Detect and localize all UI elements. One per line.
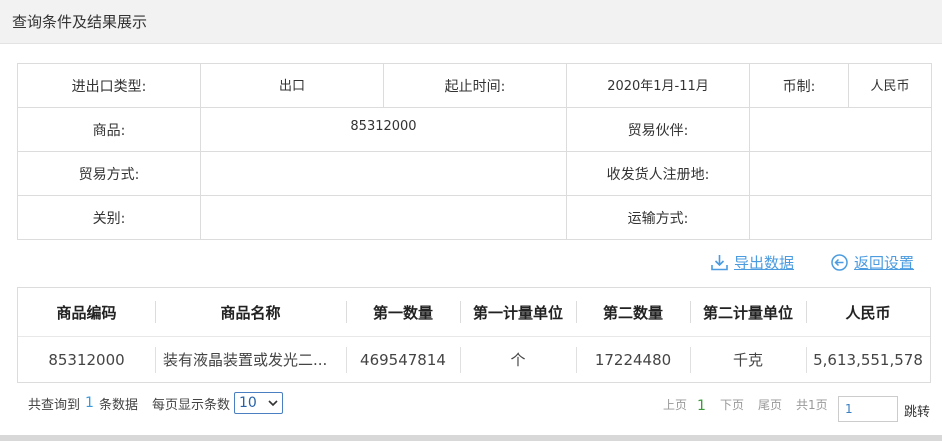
column-header: 商品名称 [155,288,346,336]
total-prefix: 共查询到 [28,397,81,413]
hs-code-cell: 85312000 [48,350,125,369]
column-header: 商品编码 [56,303,117,322]
column-header: 人民币 [806,288,930,336]
column-header: 第二计量单位 [690,288,806,336]
last-page-link[interactable]: 尾页 [758,396,782,413]
download-icon [710,253,729,272]
panel-header: 查询条件及结果展示 [0,0,942,44]
total-suffix: 条数据 [98,397,138,413]
trade-mode-value [200,151,567,196]
criteria-row: 进出口类型: 出口 起止时间: 2020年1月-11月 币制: 人民币 [17,63,932,108]
page-size-value: 10 [238,395,257,411]
table-row[interactable]: 85312000 装有液晶装置或发光二... 469547814 个 17224… [18,336,930,382]
return-settings-link[interactable]: 返回设置 [830,252,914,273]
column-header: 第二数量 [576,288,690,336]
partner-label: 贸易伙伴: [566,107,750,152]
export-data-link[interactable]: 导出数据 [710,252,794,273]
goods-label: 商品: [17,107,201,152]
page-count: 共1页 [796,398,828,412]
export-data-label: 导出数据 [734,254,795,272]
criteria-row: 贸易方式: 收发货人注册地: [17,151,932,196]
trade-type-value: 出口 [200,63,384,108]
product-name-cell: 装有液晶装置或发光二... [155,337,346,382]
trade-mode-label: 贸易方式: [17,151,201,196]
consignee-location-label: 收发货人注册地: [566,151,750,196]
page-size-select[interactable]: 10 [233,392,283,414]
total-count: 1 [85,395,94,411]
transport-label: 运输方式: [566,195,750,240]
chevron-down-icon [268,395,278,411]
currency-label: 币制: [749,63,849,108]
horizontal-scrollbar[interactable] [0,435,942,441]
results-header-row: 商品编码 商品名称 第一数量 第一计量单位 第二数量 第二计量单位 人民币 [18,288,930,336]
second-quantity-cell: 17224480 [576,337,690,382]
currency-value: 人民币 [848,63,932,108]
jump-button[interactable]: 跳转 [904,401,930,420]
back-arrow-icon [830,253,849,272]
goods-value: 85312000 [200,107,567,152]
prev-page-link[interactable]: 上页 [663,396,687,413]
second-unit-cell: 千克 [690,337,806,382]
period-label: 起止时间: [383,63,567,108]
trade-type-label: 进出口类型: [17,63,201,108]
current-page: 1 [697,398,706,414]
criteria-row: 关别: 运输方式: [17,195,932,240]
column-header: 第一计量单位 [460,288,576,336]
rmb-amount-cell: 5,613,551,578 [806,337,930,382]
criteria-row: 商品: 85312000 贸易伙伴: [17,107,932,152]
criteria-table: 进出口类型: 出口 起止时间: 2020年1月-11月 币制: 人民币 商品: … [17,63,932,240]
period-value: 2020年1月-11月 [566,63,750,108]
next-page-link[interactable]: 下页 [720,396,744,413]
results-table: 商品编码 商品名称 第一数量 第一计量单位 第二数量 第二计量单位 人民币 85… [17,287,931,383]
first-unit-cell: 个 [460,337,576,382]
result-summary: 共查询到 1 条数据 每页显示条数 10 [28,392,283,414]
first-quantity-cell: 469547814 [346,337,460,382]
customs-value [200,195,567,240]
consignee-location-value [749,151,932,196]
partner-value [749,107,932,152]
page-number-input[interactable]: 1 [838,396,898,422]
column-header: 第一数量 [346,288,460,336]
transport-value [749,195,932,240]
return-settings-label: 返回设置 [854,254,915,272]
customs-label: 关别: [17,195,201,240]
page-size-label: 每页显示条数 [151,397,230,413]
panel-title: 查询条件及结果展示 [12,13,148,31]
